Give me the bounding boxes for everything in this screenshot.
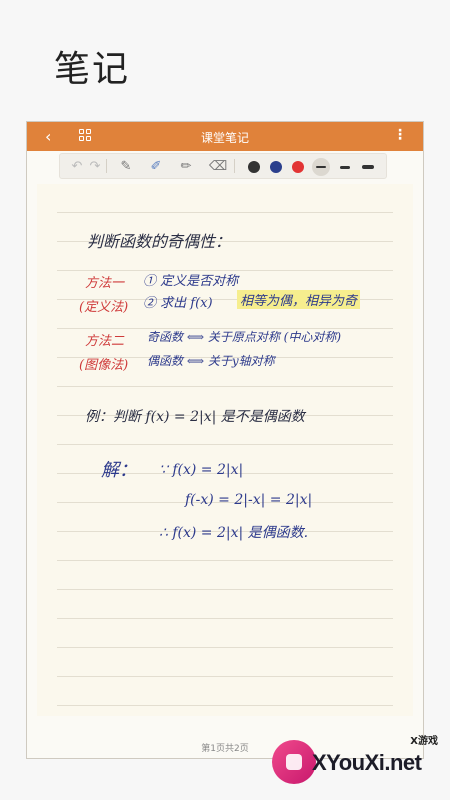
note-title: 课堂笔记 [200, 131, 249, 145]
method1-highlight: 相等为偶，相异为奇 [237, 290, 361, 309]
marker-icon[interactable]: ✐ [148, 157, 164, 175]
solution-line2: f(-x) = 2|-x| = 2|x| [185, 492, 313, 508]
watermark-site-text: XYouXi.net [312, 750, 422, 775]
example-line: 例：判断 f(x) = 2|x| 是不是偶函数 [85, 409, 305, 425]
drawing-toolbar: ↶ ↷ ✎ ✐ ✏ ⌫ [59, 153, 387, 179]
gamepad-icon [272, 740, 316, 784]
more-options-icon[interactable]: ⋮ [393, 127, 407, 143]
divider [106, 159, 107, 173]
highlighter-icon[interactable]: ✏ [178, 157, 194, 175]
title-bar: ‹ 课堂笔记 ⋮ [27, 122, 423, 151]
note-title-line: 判断函数的奇偶性： [87, 232, 232, 251]
ruled-lines [57, 184, 393, 716]
eraser-icon[interactable]: ⌫ [209, 157, 227, 175]
method1-line1: ① 定义是否对称 [143, 274, 239, 289]
color-swatch-blue[interactable] [270, 161, 282, 173]
method2-line2: 偶函数 ⟺ 关于y轴对称 [147, 354, 275, 368]
undo-icon[interactable]: ↶ [70, 157, 84, 175]
note-editor: ‹ 课堂笔记 ⋮ ↶ ↷ ✎ ✐ ✏ ⌫ 判断函数的奇偶性： 方法一 (定义法)… [26, 121, 424, 759]
thickness-medium[interactable] [340, 166, 350, 169]
color-swatch-black[interactable] [248, 161, 260, 173]
thickness-thick[interactable] [362, 165, 374, 169]
solution-label: 解： [101, 460, 137, 481]
solution-line1: ∵ f(x) = 2|x| [159, 462, 244, 478]
method1-tag: (定义法) [79, 300, 129, 315]
divider [234, 159, 235, 173]
method2-tag: (图像法) [79, 358, 129, 373]
watermark-logo: X游戏 XYouXi.net [272, 732, 442, 792]
watermark-small-text: X游戏 [410, 736, 438, 747]
redo-icon[interactable]: ↷ [88, 157, 102, 175]
method2-line1: 奇函数 ⟺ 关于原点对称 (中心对称) [147, 330, 342, 344]
page-title: 笔记 [54, 49, 131, 90]
method1-line2: ② 求出 f(x) [143, 296, 213, 311]
color-swatch-red[interactable] [292, 161, 304, 173]
screen: 笔记 ‹ 课堂笔记 ⋮ ↶ ↷ ✎ ✐ ✏ ⌫ 判断函数的奇偶性： 方法一 (定… [0, 0, 450, 800]
note-paper[interactable]: 判断函数的奇偶性： 方法一 (定义法) ① 定义是否对称 ② 求出 f(x) 相… [37, 184, 413, 716]
thickness-selected[interactable] [312, 158, 330, 176]
pen-icon[interactable]: ✎ [118, 157, 134, 175]
solution-line3: ∴ f(x) = 2|x| 是偶函数. [159, 525, 309, 541]
method1-label: 方法一 [85, 276, 125, 291]
method2-label: 方法二 [85, 334, 125, 349]
